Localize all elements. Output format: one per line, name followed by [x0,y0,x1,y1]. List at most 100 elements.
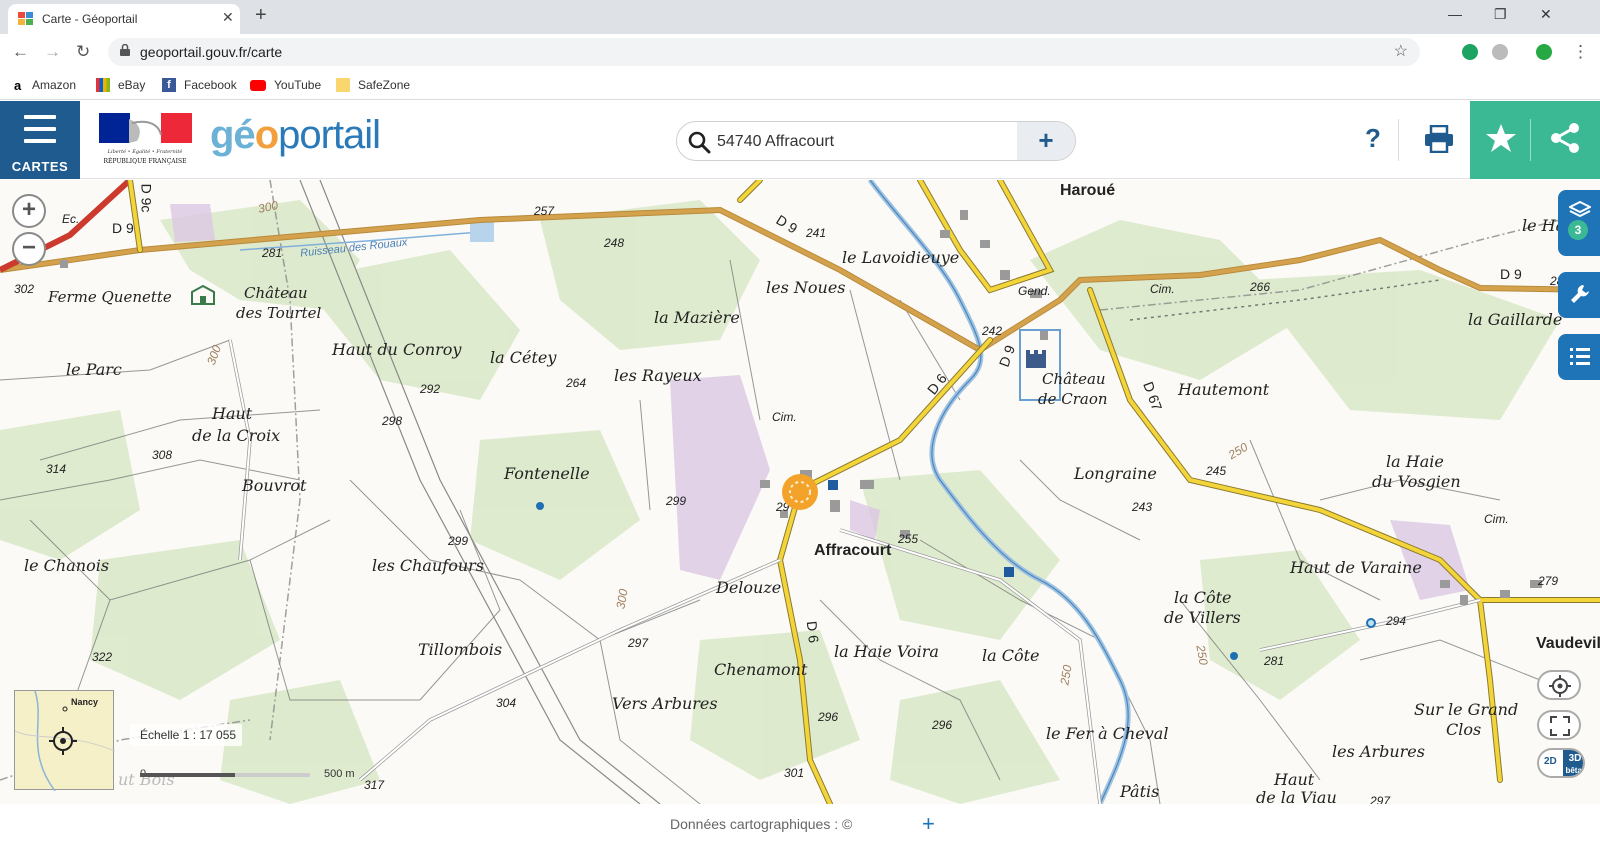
location-marker-icon[interactable] [780,472,820,512]
browser-menu-icon[interactable]: ⋮ [1572,42,1589,62]
close-window-button[interactable]: ✕ [1540,6,1552,23]
bookmark-youtube[interactable]: YouTube [250,75,321,95]
shield-extension-icon[interactable] [1536,44,1552,60]
place-label: Château [244,284,308,302]
altitude-label: 299 [448,534,469,548]
place-label: Haut de Varaine [1290,558,1422,577]
bookmark-label: eBay [118,78,146,92]
list-icon [1570,348,1590,365]
cartes-menu-button[interactable]: CARTES [0,101,80,179]
help-button[interactable]: ? [1365,123,1381,154]
altitude-label: 281 [262,246,283,260]
share-icon[interactable] [1548,121,1582,155]
place-label: le Fer à Cheval [1046,724,1169,743]
place-label: Hautemont [1178,380,1270,399]
folder-icon [336,78,350,92]
place-label: Fontenelle [504,464,590,483]
legend-button[interactable] [1558,334,1600,380]
bookmark-safezone[interactable]: SafeZone [336,75,410,95]
back-button[interactable]: ← [12,42,29,62]
minimize-button[interactable]: — [1448,6,1462,22]
scale-bar [140,773,310,777]
search-advanced-button[interactable]: + [1017,122,1075,160]
poi-marker-icon [1004,567,1014,577]
tab-title: Carte - Géoportail [42,12,138,26]
place-search-box[interactable]: 54740 Affracourt + [676,121,1076,161]
logo-part-geo: gé [210,113,256,157]
place-label: Sur le Grand [1414,700,1519,719]
place-label: le Chanois [24,556,110,575]
crosshair-icon [1549,675,1571,697]
browser-tab-bar: Carte - Géoportail ✕ + — ❐ ✕ [0,0,1600,34]
logo-part-o: o [254,113,279,157]
place-label: la Gaillarde [1468,310,1563,329]
url-omnibox[interactable]: geoportail.gouv.fr/carte ☆ [108,38,1420,66]
attribution-expand-button[interactable]: + [922,811,935,837]
tab-close-icon[interactable]: ✕ [222,9,234,26]
overview-minimap[interactable]: Nancy [14,690,116,792]
altitude-label: 304 [496,696,517,710]
overview-city-label: Nancy [71,697,99,707]
bookmark-amazon[interactable]: a Amazon [14,75,76,95]
place-label: le Parc [66,360,122,379]
maximize-button[interactable]: ❐ [1494,6,1507,23]
place-label: Clos [1446,720,1482,739]
mode-beta-label: bêta² [1565,766,1585,775]
mode-3d-option[interactable]: 3D bêta² [1563,750,1585,776]
place-label: la Haie [1386,452,1444,471]
url-text: geoportail.gouv.fr/carte [140,44,283,60]
place-label: de Villers [1164,608,1241,627]
search-input[interactable]: 54740 Affracourt [717,133,834,151]
view-mode-toggle[interactable]: 2D 3D bêta² [1537,748,1585,778]
altitude-label: 248 [604,236,625,250]
place-label: des Tourtel [236,304,322,322]
reload-button[interactable]: ↻ [76,42,90,62]
spring-point-icon [1230,652,1238,660]
bookmark-facebook[interactable]: f Facebook [162,75,237,95]
tools-button[interactable] [1558,272,1600,318]
road-label: D 9 [1500,266,1522,282]
castle-icon [1026,350,1046,368]
mode-3d-label: 3D [1568,753,1582,764]
new-tab-button[interactable]: + [255,4,267,27]
adblock-extension-icon[interactable] [1462,44,1478,60]
wrench-icon [1571,285,1589,303]
star-favorites-icon[interactable] [1484,121,1518,155]
layers-manager-button[interactable]: 3 [1558,190,1600,256]
altitude-label: 245 [1206,464,1227,478]
place-label: Pâtis [1120,782,1160,801]
map-canvas[interactable]: Haroué Affracourt Vaudevill Ferme Quenet… [0,180,1600,804]
drive-extension-icon[interactable] [1492,44,1508,60]
fullscreen-button[interactable] [1537,710,1581,740]
chateau-icon [191,284,215,305]
altitude-label: 264 [566,376,587,390]
place-label: les Noues [766,278,846,297]
altitude-label: 301 [784,766,805,780]
bookmark-ebay[interactable]: eBay [96,75,145,95]
place-label: les Rayeux [614,366,702,385]
ebay-icon [96,78,110,92]
search-icon [688,131,711,154]
bookmark-star-icon[interactable]: ☆ [1394,41,1408,61]
altitude-label: 279 [1538,574,1559,588]
logo-part-portail: portail [278,113,381,157]
zoom-in-button[interactable]: + [12,194,46,228]
print-icon[interactable] [1424,125,1454,153]
browser-tab[interactable]: Carte - Géoportail ✕ [8,4,240,34]
place-label: Tillombois [418,640,503,659]
forward-button[interactable]: → [44,42,61,62]
attribution-text: Données cartographiques : © [670,816,853,832]
place-label: Longraine [1074,464,1157,483]
altitude-label: 281 [1264,654,1285,668]
place-label: Bouvrot [242,476,307,495]
place-label: les Chaufours [372,556,484,575]
place-label: la Haie Voira [834,642,939,661]
place-label: la Mazière [654,308,740,327]
altitude-label: 241 [806,226,827,240]
amazon-icon: a [14,78,22,93]
place-label: Affracourt [814,542,892,559]
place-label: le Lavoidieuye [842,248,960,267]
geolocate-button[interactable] [1537,670,1581,700]
geoportail-logo[interactable]: géoportail [210,113,381,158]
zoom-out-button[interactable]: − [12,232,46,266]
